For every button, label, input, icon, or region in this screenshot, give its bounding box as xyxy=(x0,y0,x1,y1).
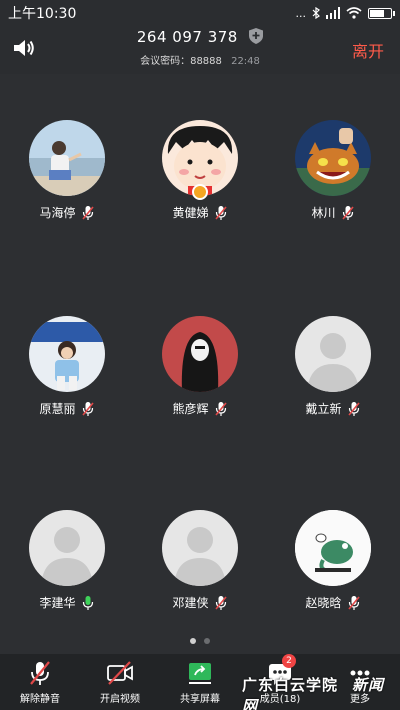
participant-name-row: 林川 xyxy=(266,204,399,221)
host-icon xyxy=(191,184,208,200)
participant-name-row: 黄健娣 xyxy=(133,204,266,221)
share-screen-icon xyxy=(189,663,211,684)
mic-muted-icon xyxy=(341,205,354,220)
start-video-label: 开启视频 xyxy=(100,694,140,705)
avatar xyxy=(161,316,238,392)
avatar-placeholder xyxy=(28,510,105,586)
participant-name: 原慧丽 xyxy=(39,402,76,416)
participant-tile[interactable]: 赵晓晗 xyxy=(266,510,399,611)
avatar xyxy=(28,316,105,392)
participant-tile[interactable]: 马海停 xyxy=(0,120,133,221)
meeting-header: 264 097 378 会议密码：88888 22:48 离开 xyxy=(0,26,400,74)
participant-tile[interactable]: 邓建侠 xyxy=(133,510,266,611)
mic-muted-icon xyxy=(347,595,360,610)
page-dot-active[interactable] xyxy=(190,638,196,644)
participant-name-row: 赵晓晗 xyxy=(266,594,399,611)
avatar-placeholder xyxy=(161,510,238,586)
wifi-icon xyxy=(346,7,362,19)
mic-muted-icon xyxy=(81,401,94,416)
participant-tile[interactable]: 戴立新 xyxy=(266,316,399,417)
share-screen-button[interactable]: 共享屏幕 xyxy=(160,654,240,710)
participant-name: 赵晓晗 xyxy=(305,596,342,610)
participant-name-row: 李建华 xyxy=(0,594,133,611)
mic-muted-icon xyxy=(214,205,227,220)
participant-tile[interactable]: 黄健娣 xyxy=(133,120,266,221)
start-video-button[interactable]: 开启视频 xyxy=(80,654,160,710)
participant-name: 熊彦辉 xyxy=(172,402,209,416)
participant-grid: 马海停 黄健娣 林川 原慧丽 熊彦辉 戴立新 李建华 邓建侠 赵晓晗 xyxy=(0,74,400,634)
share-screen-label: 共享屏幕 xyxy=(180,694,220,705)
participant-name-row: 熊彦辉 xyxy=(133,400,266,417)
participant-name: 邓建侠 xyxy=(172,596,209,610)
shield-icon[interactable] xyxy=(249,28,264,44)
participant-tile[interactable]: 李建华 xyxy=(0,510,133,611)
unmute-button[interactable]: 解除静音 xyxy=(0,654,80,710)
meeting-password: 会议密码：88888 xyxy=(140,56,222,67)
participant-name: 林川 xyxy=(311,206,336,220)
participant-name: 李建华 xyxy=(39,596,76,610)
participant-tile[interactable]: 熊彦辉 xyxy=(133,316,266,417)
participant-name: 黄健娣 xyxy=(172,206,209,220)
avatar xyxy=(294,510,371,586)
mic-muted-icon xyxy=(81,205,94,220)
participant-name-row: 马海停 xyxy=(0,204,133,221)
watermark-text: 广东白云学院 xyxy=(242,676,339,694)
participant-name-row: 邓建侠 xyxy=(133,594,266,611)
participant-tile[interactable]: 原慧丽 xyxy=(0,316,133,417)
members-badge: 2 xyxy=(282,654,296,668)
participant-name-row: 原慧丽 xyxy=(0,400,133,417)
mic-muted-icon xyxy=(30,661,50,685)
leave-button[interactable]: 离开 xyxy=(352,38,384,62)
avatar xyxy=(161,120,238,200)
participant-name: 戴立新 xyxy=(305,402,342,416)
signal-icon xyxy=(326,7,340,19)
meeting-sub: 会议密码：88888 22:48 xyxy=(0,52,400,67)
status-icons: ... xyxy=(295,6,395,20)
battery-icon xyxy=(368,7,395,19)
page-indicator xyxy=(0,638,400,644)
mic-active-icon xyxy=(82,595,93,610)
mic-muted-icon xyxy=(214,401,227,416)
page-dot[interactable] xyxy=(204,638,210,644)
avatar xyxy=(28,120,105,196)
meeting-id: 264 097 378 xyxy=(0,28,400,46)
participant-name: 马海停 xyxy=(39,206,76,220)
participant-tile[interactable]: 林川 xyxy=(266,120,399,221)
mic-muted-icon xyxy=(347,401,360,416)
avatar xyxy=(294,120,371,196)
status-time: 上午10:30 xyxy=(8,6,77,22)
meeting-elapsed: 22:48 xyxy=(231,56,260,67)
meeting-id-text: 264 097 378 xyxy=(136,28,238,46)
watermark: 广东白云学院 新闻网 xyxy=(242,674,400,710)
unmute-label: 解除静音 xyxy=(20,694,60,705)
avatar-placeholder xyxy=(294,316,371,392)
status-bar: 上午10:30 ... xyxy=(0,0,400,26)
video-off-icon xyxy=(107,661,133,685)
participant-name-row: 戴立新 xyxy=(266,400,399,417)
dots-icon: ... xyxy=(295,6,307,20)
bluetooth-icon xyxy=(312,7,320,19)
mic-muted-icon xyxy=(214,595,227,610)
